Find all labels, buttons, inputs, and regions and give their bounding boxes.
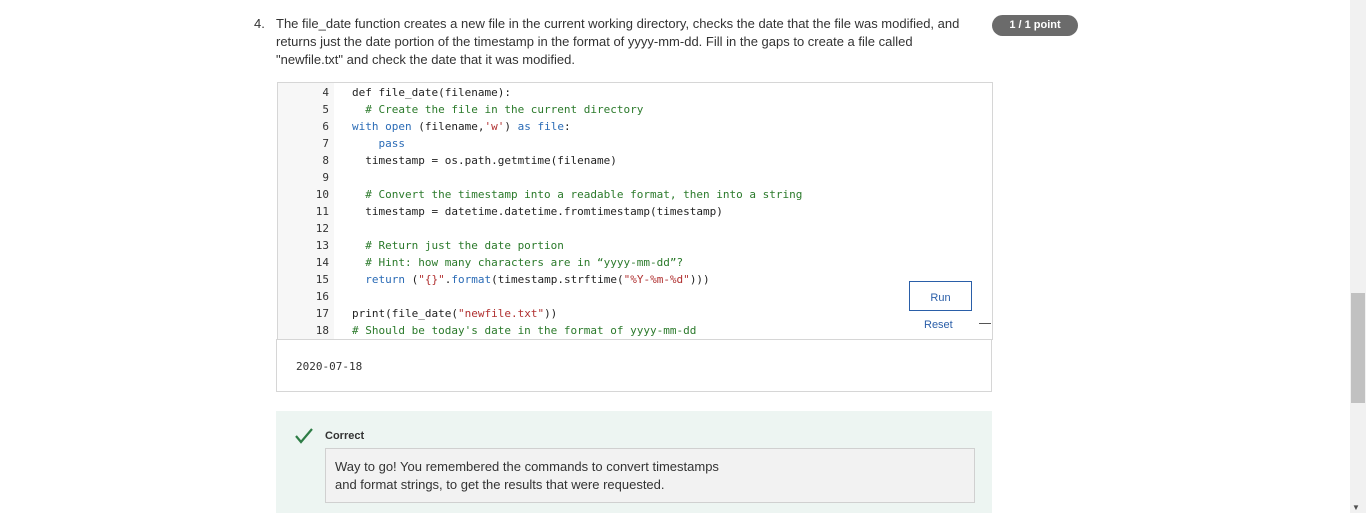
code-text: pass [352,137,405,150]
code-line: 11 timestamp = datetime.datetime.fromtim… [278,203,978,220]
scrollbar-thumb[interactable] [1351,293,1365,403]
code-text: return ("{}".format(timestamp.strftime("… [365,273,710,286]
code-line: 12 [278,220,978,237]
code-text: timestamp = datetime.datetime.fromtimest… [352,205,723,218]
run-button[interactable]: Run [909,281,972,311]
feedback-status: Correct [325,430,365,442]
code-line: 14 # Hint: how many characters are in “y… [278,254,978,271]
line-number: 18 [315,324,329,337]
code-line: 15 return ("{}".format(timestamp.strftim… [278,271,978,288]
line-number: 17 [315,307,329,320]
resize-handle[interactable] [979,323,991,324]
scroll-down-arrow-icon[interactable]: ▼ [1352,503,1360,512]
line-number: 14 [315,256,329,269]
line-number: 16 [315,290,329,303]
reset-link[interactable]: Reset [924,319,953,331]
line-number: 12 [315,222,329,235]
code-line: 16 [278,288,978,305]
code-line: 6 with open (filename,'w') as file: [278,118,978,135]
line-number: 8 [322,154,329,167]
code-editor[interactable]: 4 def file_date(filename): 5 # Create the … [277,82,993,340]
line-number: 15 [315,273,329,286]
code-line: 4 def file_date(filename): [278,84,978,101]
checkmark-icon [295,428,313,444]
code-line: 13 # Return just the date portion [278,237,978,254]
line-number: 9 [322,171,329,184]
feedback-panel: Correct Way to go! You remembered the co… [276,411,992,513]
line-number: 7 [322,137,329,150]
output-panel: 2020-07-18 [276,339,992,392]
code-line: 17 print(file_date("newfile.txt")) [278,305,978,322]
code-line: 8 timestamp = os.path.getmtime(filename) [278,152,978,169]
feedback-message-line2: and format strings, to get the results t… [335,477,665,492]
code-line: 10 # Convert the timestamp into a readab… [278,186,978,203]
code-line: 18 # Should be today's date in the format… [278,322,978,339]
code-text: timestamp = os.path.getmtime(filename) [352,154,617,167]
code-text: # Should be today's date in the format o… [352,324,697,337]
code-text: # Create the file in the current directo… [352,103,644,116]
page-scrollbar[interactable] [1350,0,1366,513]
code-line: 5 # Create the file in the current direc… [278,101,978,118]
code-text: print(file_date("newfile.txt")) [352,307,558,320]
line-number: 13 [315,239,329,252]
code-text: # Convert the timestamp into a readable … [352,188,803,201]
line-number: 4 [322,86,329,99]
code-text: # Return just the date portion [352,239,564,252]
line-number: 5 [322,103,329,116]
code-text: def file_date(filename): [352,86,511,99]
feedback-message: Way to go! You remembered the commands t… [325,448,975,503]
code-text: with open (filename,'w') as file: [352,120,571,133]
code-line: 7 pass [278,135,978,152]
line-number: 6 [322,120,329,133]
code-line: 9 [278,169,978,186]
output-text: 2020-07-18 [296,360,363,373]
score-badge: 1 / 1 point [992,15,1078,36]
code-text: # Hint: how many characters are in “yyyy… [352,256,684,269]
question-number: 4. [254,16,265,31]
line-number: 11 [315,205,329,218]
feedback-message-line1: Way to go! You remembered the commands t… [335,459,719,474]
question-text: The file_date function creates a new fil… [276,16,960,67]
line-number: 10 [315,188,329,201]
